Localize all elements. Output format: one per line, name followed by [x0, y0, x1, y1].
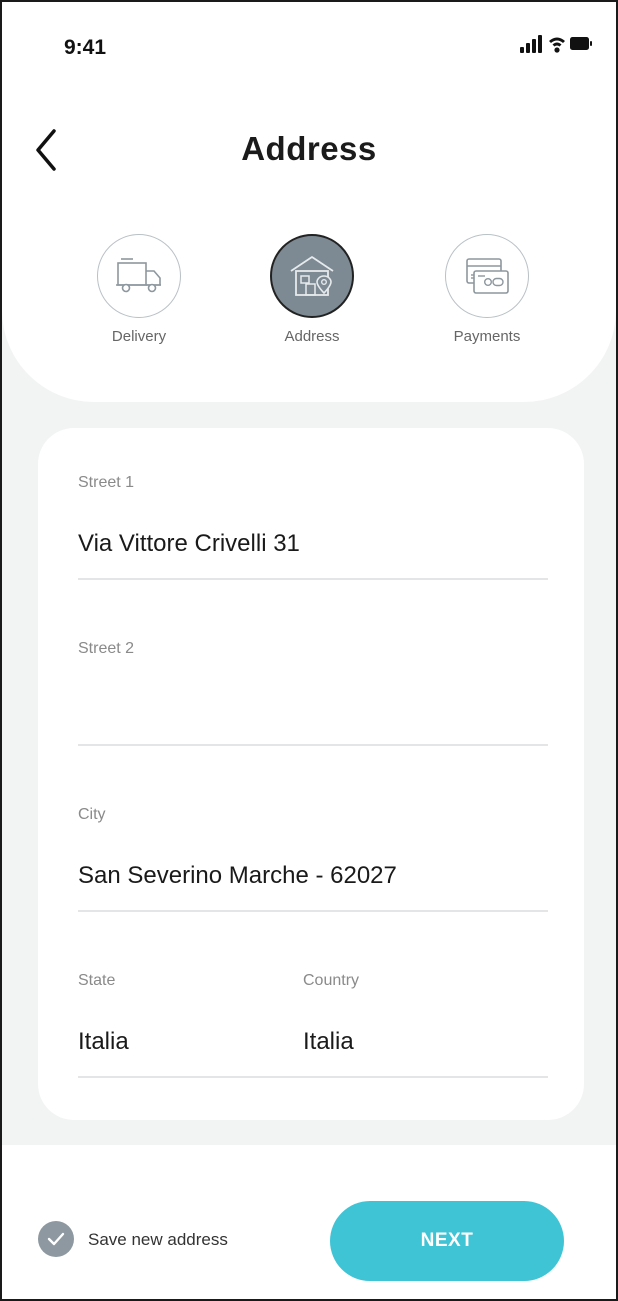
country-label: Country [303, 972, 360, 989]
street2-label: Street 2 [78, 640, 135, 657]
state-underline [78, 1076, 303, 1078]
step-address-circle [270, 234, 354, 318]
street2-field[interactable]: Street 2 [78, 640, 548, 746]
street1-value[interactable]: Via Vittore Crivelli 31 [78, 530, 300, 558]
house-location-icon [290, 256, 334, 296]
wifi-icon [549, 37, 565, 53]
step-payments-circle [445, 234, 529, 318]
credit-cards-icon [466, 258, 509, 294]
step-delivery-circle [97, 234, 181, 318]
save-address-checkbox[interactable] [38, 1221, 74, 1257]
step-address[interactable]: Address [242, 234, 382, 345]
street1-underline [78, 578, 548, 580]
city-field[interactable]: City San Severino Marche - 62027 [78, 806, 548, 912]
country-field[interactable]: Country Italia [303, 972, 548, 1078]
state-label: State [78, 972, 116, 989]
city-label: City [78, 806, 106, 823]
status-time: 9:41 [64, 36, 107, 59]
step-delivery-label: Delivery [111, 328, 167, 345]
city-underline [78, 910, 548, 912]
step-delivery[interactable]: Delivery [69, 234, 209, 345]
status-icons [520, 35, 592, 53]
step-address-label: Address [284, 328, 340, 345]
truck-icon [116, 258, 161, 293]
country-value[interactable]: Italia [303, 1028, 354, 1056]
country-underline [303, 1076, 548, 1078]
checkmark-icon [47, 1232, 65, 1246]
battery-icon [570, 37, 592, 50]
phone-screen: 9:41 Address Delivery Address Payments S… [0, 0, 618, 1301]
city-value[interactable]: San Severino Marche - 62027 [78, 862, 397, 890]
next-button[interactable]: NEXT [330, 1201, 564, 1281]
footer-bar: Save new address NEXT [2, 1145, 616, 1299]
step-payments[interactable]: Payments [417, 234, 557, 345]
street2-underline [78, 744, 548, 746]
signal-icon [520, 35, 542, 53]
state-value[interactable]: Italia [78, 1028, 129, 1056]
page-title: Address [241, 130, 377, 167]
step-payments-label: Payments [453, 328, 521, 345]
save-address-label[interactable]: Save new address [88, 1230, 228, 1250]
street1-label: Street 1 [78, 474, 135, 491]
state-field[interactable]: State Italia [78, 972, 303, 1078]
header-panel: 9:41 Address Delivery Address Payments [2, 2, 616, 402]
address-form-card: Street 1 Via Vittore Crivelli 31 Street … [38, 428, 584, 1120]
street1-field[interactable]: Street 1 Via Vittore Crivelli 31 [78, 474, 548, 580]
